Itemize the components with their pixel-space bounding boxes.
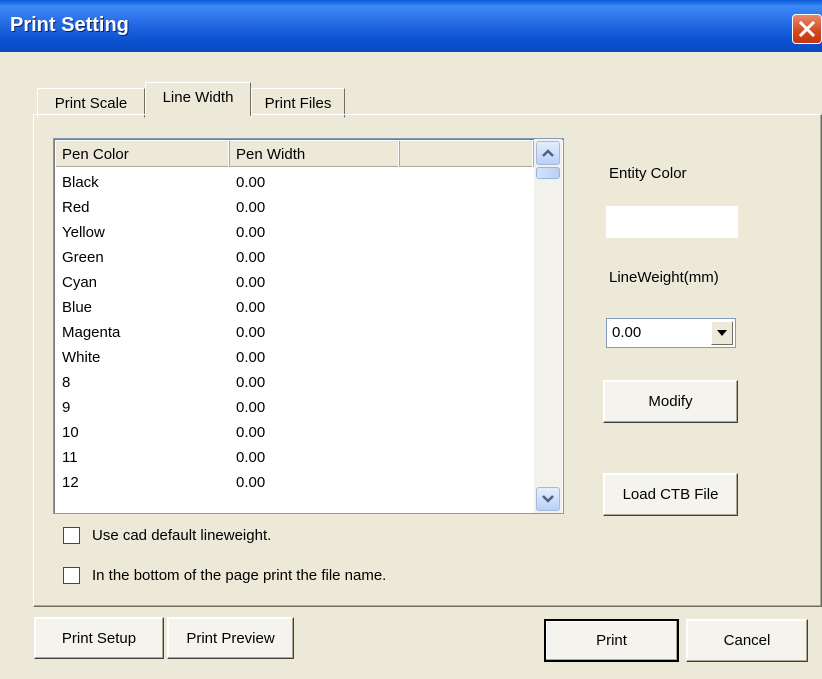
print-filename-checkbox[interactable] — [63, 567, 80, 584]
default-lineweight-option[interactable]: Use cad default lineweight. — [63, 527, 271, 544]
column-header-pen-width[interactable]: Pen Width — [230, 141, 400, 167]
pen-width-cell: 0.00 — [236, 249, 266, 266]
table-row[interactable]: Cyan 0.00 — [56, 269, 534, 294]
tab-line-width[interactable]: Line Width — [145, 82, 251, 116]
scroll-down-button[interactable] — [536, 487, 560, 511]
cancel-button[interactable]: Cancel — [686, 619, 808, 662]
print-button[interactable]: Print — [544, 619, 679, 662]
entity-color-label: Entity Color — [609, 165, 687, 182]
table-row[interactable]: 12 0.00 — [56, 469, 534, 494]
tab-label: Line Width — [162, 89, 234, 106]
pen-color-cell: Cyan — [62, 274, 98, 291]
modify-button[interactable]: Modify — [603, 380, 738, 423]
tab-label: Print Files — [264, 95, 332, 112]
pen-color-cell: White — [62, 349, 101, 366]
pen-color-cell: Black — [62, 174, 99, 191]
pen-width-cell: 0.00 — [236, 299, 266, 316]
pen-color-cell: 10 — [62, 424, 79, 441]
pen-width-cell: 0.00 — [236, 399, 266, 416]
load-ctb-button[interactable]: Load CTB File — [603, 473, 738, 516]
pen-color-cell: Green — [62, 249, 104, 266]
print-setup-button[interactable]: Print Setup — [34, 617, 164, 659]
table-row[interactable]: 11 0.00 — [56, 444, 534, 469]
table-row[interactable]: Magenta 0.00 — [56, 319, 534, 344]
table-row[interactable]: Yellow 0.00 — [56, 219, 534, 244]
scroll-up-button[interactable] — [536, 141, 560, 165]
pen-width-cell: 0.00 — [236, 349, 266, 366]
pen-color-cell: 12 — [62, 474, 79, 491]
table-row[interactable]: 8 0.00 — [56, 369, 534, 394]
print-filename-option[interactable]: In the bottom of the page print the file… — [63, 567, 386, 584]
column-header-empty[interactable] — [400, 141, 534, 167]
entity-color-swatch — [606, 206, 738, 238]
table-row[interactable]: Blue 0.00 — [56, 294, 534, 319]
chevron-up-icon — [542, 149, 554, 157]
chevron-down-icon — [542, 495, 554, 503]
pen-width-cell: 0.00 — [236, 424, 266, 441]
pen-width-cell: 0.00 — [236, 374, 266, 391]
list-rows: Black 0.00 Red 0.00 Yellow 0.00 Green 0.00 Cyan 0… — [56, 169, 534, 494]
tab-label: Print Scale — [54, 95, 128, 112]
list-header: Pen Color Pen Width — [56, 141, 534, 167]
table-row[interactable]: 10 0.00 — [56, 419, 534, 444]
scroll-thumb[interactable] — [536, 167, 560, 179]
pen-width-cell: 0.00 — [236, 174, 266, 191]
window-title: Print Setting — [10, 14, 129, 36]
pen-color-cell: Yellow — [62, 224, 105, 241]
table-row[interactable]: Black 0.00 — [56, 169, 534, 194]
dropdown-arrow-icon — [717, 330, 727, 336]
pen-width-cell: 0.00 — [236, 199, 266, 216]
lineweight-label: LineWeight(mm) — [609, 269, 719, 286]
lineweight-value: 0.00 — [612, 324, 642, 341]
column-header-pen-color[interactable]: Pen Color — [56, 141, 230, 167]
close-icon — [798, 20, 816, 38]
pen-color-cell: Magenta — [62, 324, 121, 341]
table-row[interactable]: 9 0.00 — [56, 394, 534, 419]
default-lineweight-checkbox[interactable] — [63, 527, 80, 544]
pen-color-cell: 9 — [62, 399, 71, 416]
pen-width-cell: 0.00 — [236, 324, 266, 341]
pen-width-cell: 0.00 — [236, 474, 266, 491]
pen-color-cell: Blue — [62, 299, 93, 316]
close-button[interactable] — [792, 14, 822, 44]
pen-width-cell: 0.00 — [236, 449, 266, 466]
table-row[interactable]: Red 0.00 — [56, 194, 534, 219]
print-preview-button[interactable]: Print Preview — [167, 617, 294, 659]
pen-width-cell: 0.00 — [236, 274, 266, 291]
lineweight-select[interactable]: 0.00 — [606, 318, 736, 348]
pen-width-cell: 0.00 — [236, 224, 266, 241]
lineweight-dropdown-button[interactable] — [711, 321, 733, 345]
pen-color-cell: Red — [62, 199, 90, 216]
table-row[interactable]: Green 0.00 — [56, 244, 534, 269]
print-filename-label: In the bottom of the page print the file… — [92, 567, 387, 584]
table-row[interactable]: White 0.00 — [56, 344, 534, 369]
pen-width-list[interactable]: Pen Color Pen Width Black 0.00 Red 0.00 Yell… — [53, 138, 564, 514]
pen-color-cell: 11 — [62, 449, 78, 466]
list-scrollbar[interactable] — [534, 139, 562, 513]
pen-color-cell: 8 — [62, 374, 71, 391]
default-lineweight-label: Use cad default lineweight. — [92, 527, 272, 544]
title-bar: Print Setting — [0, 0, 822, 52]
